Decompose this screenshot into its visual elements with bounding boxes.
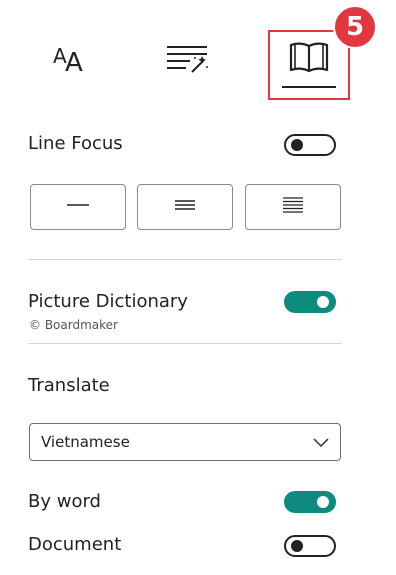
selected-tab-underline (282, 86, 336, 88)
chevron-down-icon (312, 435, 330, 453)
tab-text-preferences[interactable]: A A (42, 34, 98, 86)
document-label: Document (28, 534, 122, 555)
section-divider (28, 259, 342, 260)
toggle-knob (291, 540, 303, 552)
one-line-icon (65, 198, 91, 216)
by-word-label: By word (28, 491, 101, 512)
translate-label: Translate (28, 375, 110, 396)
by-word-toggle[interactable] (284, 491, 336, 513)
text-size-icon: A A (50, 41, 90, 80)
selected-language: Vietnamese (41, 433, 130, 451)
line-focus-toggle[interactable] (284, 134, 336, 156)
picture-dictionary-toggle[interactable] (284, 291, 336, 313)
toggle-knob (291, 139, 303, 151)
picture-dictionary-credit: © Boardmaker (29, 318, 118, 332)
translate-language-select[interactable]: Vietnamese (29, 423, 341, 461)
section-divider (28, 343, 342, 344)
grammar-options-icon (164, 41, 210, 80)
five-lines-icon (280, 196, 306, 219)
book-icon (287, 40, 331, 79)
three-lines-icon (172, 198, 198, 217)
line-focus-five-lines-button[interactable] (245, 184, 341, 230)
line-focus-one-line-button[interactable] (30, 184, 126, 230)
line-focus-label: Line Focus (28, 133, 123, 154)
picture-dictionary-label: Picture Dictionary (28, 291, 188, 312)
toggle-knob (317, 296, 329, 308)
line-focus-three-lines-button[interactable] (137, 184, 233, 230)
document-toggle[interactable] (284, 535, 336, 557)
toggle-knob (317, 496, 329, 508)
svg-text:A: A (65, 48, 83, 75)
step-number-badge: 5 (333, 5, 377, 49)
tab-grammar-options[interactable] (158, 34, 216, 86)
